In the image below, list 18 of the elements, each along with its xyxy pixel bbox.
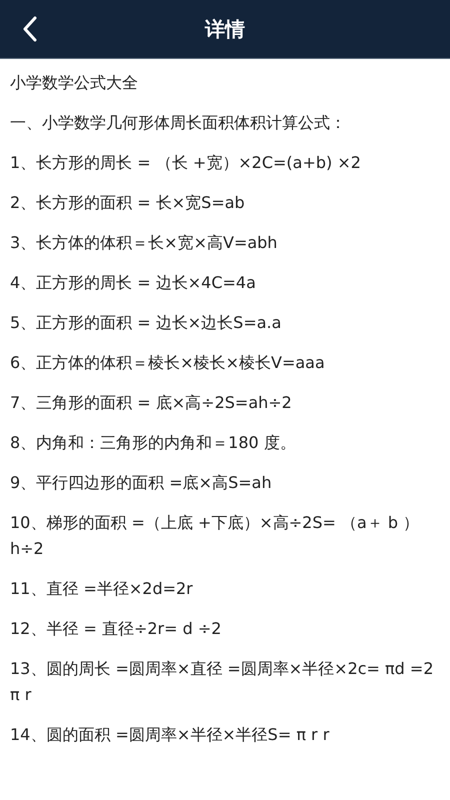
formula-text: 3、长方体的体积＝长×宽×高V=abh [10,232,278,254]
formula-text: 8、内角和：三角形的内角和＝180 度。 [10,432,297,454]
formula-text: 10、梯形的面积 =（上底 +下底）×高÷2S= （a＋ b ）h÷2 [10,512,420,560]
formula-text: 9、平行四边形的面积 =底×高S=ah [10,472,273,494]
formula-text: 13、圆的周长 =圆周率×直径 =圆周率×半径×2c= πd =2 π r [10,658,434,706]
formula-text: 5、正方形的面积 = 边长×边长S=a.a [10,312,282,334]
formula-text: 12、半径 = 直径÷2r= d ÷2 [10,618,222,640]
formula-text: 一、小学数学几何形体周长面积体积计算公式： [10,112,347,134]
formula-text: 2、长方形的面积 = 长×宽S=ab [10,192,246,214]
formula-text: 6、正方体的体积＝棱长×棱长×棱长V=aaa [10,352,326,374]
back-icon [22,16,38,42]
formula-text: 1、长方形的周长 = （长 +宽）×2C=(a+b) ×2 [10,152,362,174]
formula-text: 7、三角形的面积 = 底×高÷2S=ah÷2 [10,392,293,414]
page-title: 详情 [205,16,245,42]
article-title: 小学数学公式大全 [10,72,139,94]
formula-text: 11、直径 =半径×2d=2r [10,578,194,600]
formula-text: 4、正方形的周长 = 边长×4C=4a [10,272,257,294]
formula-text: 14、圆的面积 =圆周率×半径×半径S= π r r [10,724,330,746]
